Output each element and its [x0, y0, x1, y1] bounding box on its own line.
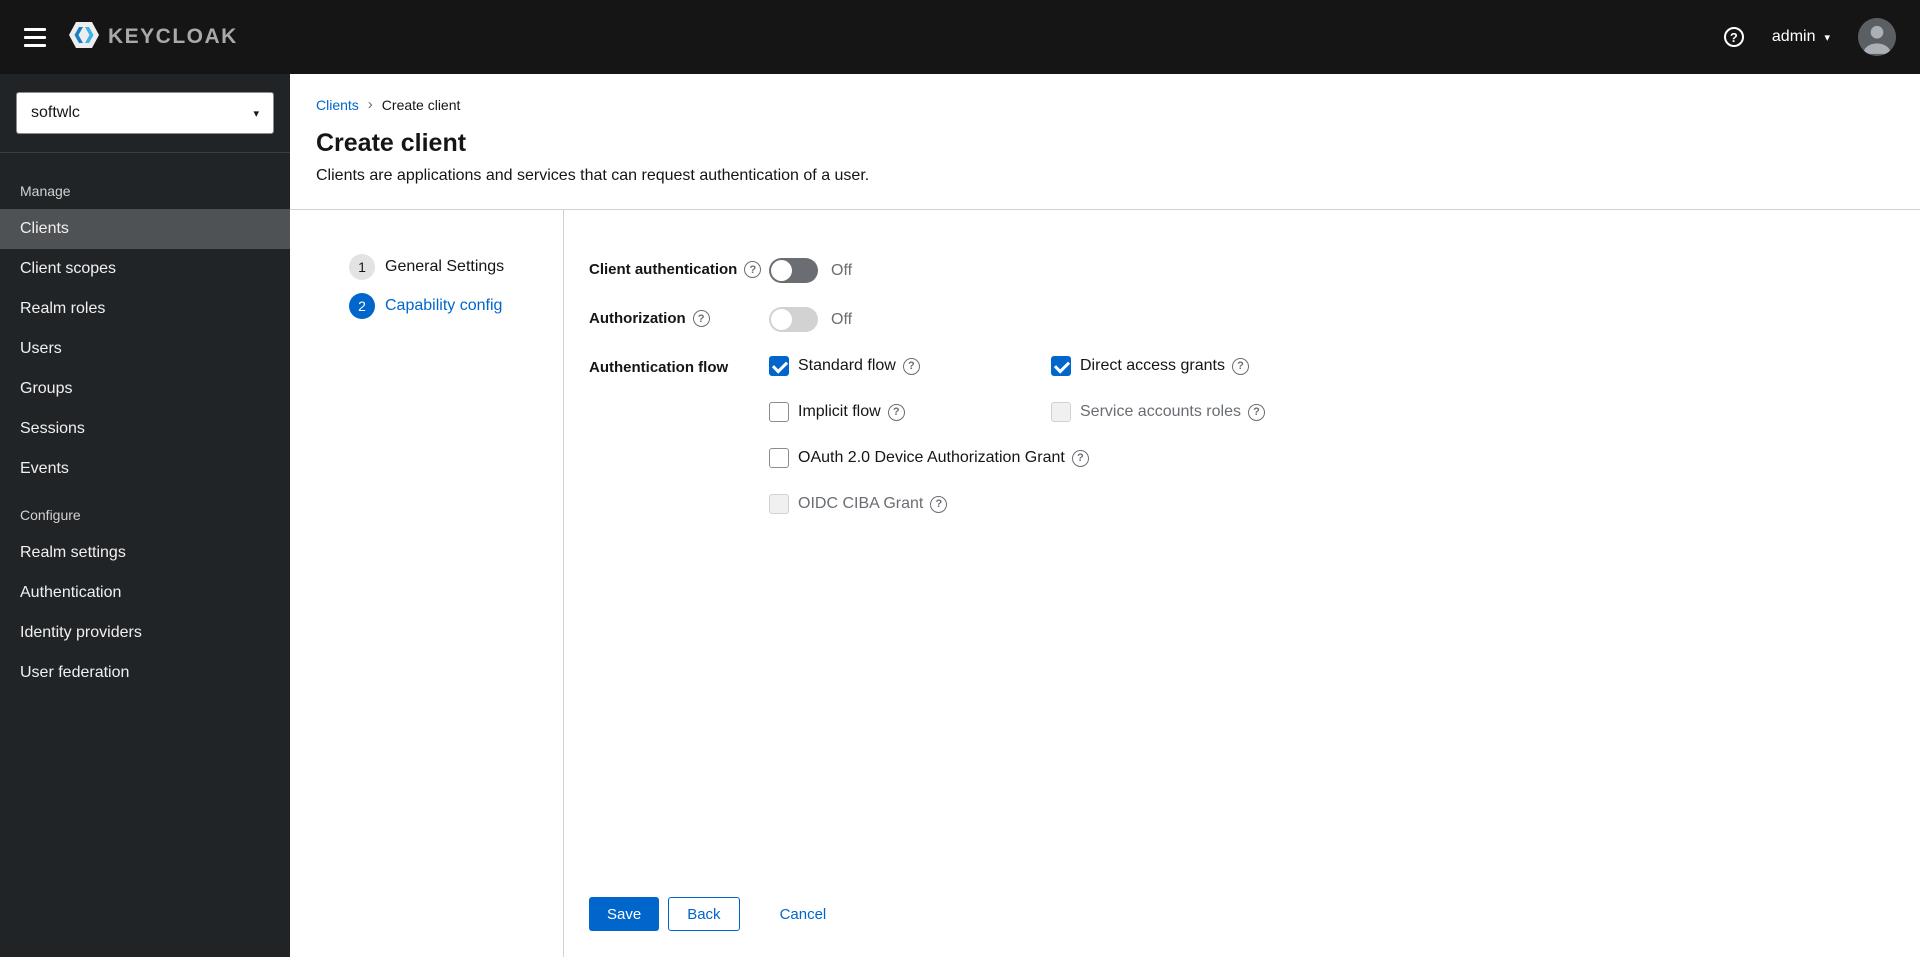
main-content: Clients › Create client Create client Cl…: [290, 74, 1920, 957]
service-accounts-roles-checkbox: [1051, 402, 1071, 422]
client-authentication-toggle[interactable]: [769, 258, 818, 283]
client-authentication-state: Off: [831, 261, 853, 279]
oidc-ciba-grant-checkbox: [769, 494, 789, 514]
sidebar-nav: Manage Clients Client scopes Realm roles Use…: [0, 153, 290, 693]
authentication-flow-options: Standard flow? Direct access grants? Impli…: [769, 356, 1265, 514]
breadcrumb: Clients › Create client: [316, 96, 1894, 113]
save-button[interactable]: Save: [589, 897, 660, 931]
option-label: Implicit flow: [798, 403, 881, 420]
cancel-button[interactable]: Cancel: [762, 897, 845, 931]
authorization-toggle: [769, 307, 818, 332]
breadcrumb-separator-icon: ›: [367, 96, 373, 113]
standard-flow-checkbox[interactable]: [769, 356, 789, 376]
keycloak-admin-console: KEYCLOAK ? admin ▾ softwlc ▾ Manage Clie…: [0, 0, 1920, 957]
breadcrumb-current: Create client: [381, 96, 461, 113]
help-icon[interactable]: ?: [1723, 27, 1744, 47]
step-number: 1: [349, 254, 375, 280]
help-icon[interactable]: ?: [1247, 403, 1265, 421]
sidebar-item-authentication[interactable]: Authentication: [0, 573, 290, 613]
chevron-down-icon: ▾: [1824, 31, 1830, 44]
sidebar-item-realm-settings[interactable]: Realm settings: [0, 533, 290, 573]
client-authentication-label: Client authentication ?: [589, 258, 769, 278]
keycloak-logo-icon: [68, 19, 100, 56]
step-label: General Settings: [385, 258, 505, 275]
breadcrumb-clients-link[interactable]: Clients: [316, 97, 359, 113]
authentication-flow-label: Authentication flow: [589, 356, 769, 376]
option-label: Service accounts roles: [1080, 403, 1241, 420]
nav-toggle-icon[interactable]: [24, 27, 46, 47]
authorization-label: Authorization ?: [589, 307, 769, 327]
user-dropdown[interactable]: admin ▾: [1772, 28, 1830, 46]
wizard-step-general-settings[interactable]: 1 General Settings: [349, 254, 563, 280]
nav-section-title-manage: Manage: [20, 183, 71, 199]
keycloak-logo[interactable]: KEYCLOAK: [68, 19, 238, 56]
help-icon[interactable]: ?: [902, 357, 920, 375]
sidebar-item-client-scopes[interactable]: Client scopes: [0, 249, 290, 289]
help-icon[interactable]: ?: [744, 261, 762, 278]
realm-selector[interactable]: softwlc ▾: [16, 92, 274, 134]
form-actions: Save Back Cancel: [589, 897, 1880, 931]
capability-config-form: Client authentication ? Off Authorizatio…: [563, 210, 1920, 957]
option-label: OIDC CIBA Grant: [798, 495, 924, 512]
authorization-control: Off: [769, 307, 852, 332]
masthead: KEYCLOAK ? admin ▾: [0, 0, 1920, 74]
flow-option-oauth-2-0-device-authorization-grant: OAuth 2.0 Device Authorization Grant?: [769, 448, 1265, 468]
label-text: Authorization: [589, 310, 686, 327]
nav-section-title-configure: Configure: [20, 507, 81, 523]
sidebar-item-user-federation[interactable]: User federation: [0, 653, 290, 693]
sidebar-item-clients[interactable]: Clients: [0, 209, 290, 249]
implicit-flow-checkbox[interactable]: [769, 402, 789, 422]
label-text: Authentication flow: [589, 359, 729, 376]
direct-access-grants-checkbox[interactable]: [1051, 356, 1071, 376]
option-label: Direct access grants: [1080, 357, 1225, 374]
wizard: 1 General Settings 2 Capability config Clie…: [290, 210, 1920, 957]
sidebar: softwlc ▾ Manage Clients Client scopes Real…: [0, 74, 290, 957]
page-title: Create client: [316, 129, 467, 157]
masthead-utilities: ? admin ▾: [1723, 18, 1896, 56]
brand-text: KEYCLOAK: [108, 25, 238, 48]
client-authentication-row: Client authentication ? Off: [589, 258, 1880, 283]
realm-name: softwlc: [31, 104, 80, 121]
authorization-state: Off: [831, 310, 853, 328]
sidebar-item-events[interactable]: Events: [0, 449, 290, 489]
help-icon[interactable]: ?: [930, 495, 948, 513]
back-button[interactable]: Back: [668, 897, 740, 931]
help-icon[interactable]: ?: [887, 403, 905, 421]
sidebar-item-identity-providers[interactable]: Identity providers: [0, 613, 290, 653]
help-icon[interactable]: ?: [1231, 357, 1249, 375]
wizard-steps-nav: 1 General Settings 2 Capability config: [290, 210, 563, 957]
flow-option-oidc-ciba-grant: OIDC CIBA Grant?: [769, 494, 1051, 514]
flow-option-implicit-flow: Implicit flow?: [769, 402, 1051, 422]
authentication-flow-row: Authentication flow Standard flow? Direct…: [589, 356, 1880, 514]
help-icon[interactable]: ?: [1071, 449, 1089, 467]
username: admin: [1771, 28, 1816, 45]
client-authentication-control: Off: [769, 258, 852, 283]
oauth-2-0-device-authorization-grant-checkbox[interactable]: [769, 448, 789, 468]
authorization-row: Authorization ? Off: [589, 307, 1880, 332]
toggle-knob: [771, 260, 792, 281]
toggle-knob: [771, 309, 792, 330]
page-header: Clients › Create client Create client Cl…: [290, 74, 1920, 210]
wizard-step-capability-config[interactable]: 2 Capability config: [349, 293, 563, 319]
sidebar-item-sessions[interactable]: Sessions: [0, 409, 290, 449]
flow-option-service-accounts-roles: Service accounts roles?: [1051, 402, 1265, 422]
sidebar-item-groups[interactable]: Groups: [0, 369, 290, 409]
step-label: Capability config: [385, 297, 503, 314]
chevron-down-icon: ▾: [253, 107, 259, 120]
label-text: Client authentication: [589, 261, 738, 278]
avatar[interactable]: [1858, 18, 1896, 56]
option-label: Standard flow: [798, 357, 896, 374]
realm-selector-area: softwlc ▾: [0, 74, 290, 153]
option-label: OAuth 2.0 Device Authorization Grant: [798, 449, 1065, 466]
help-icon[interactable]: ?: [692, 310, 710, 327]
sidebar-item-users[interactable]: Users: [0, 329, 290, 369]
sidebar-item-realm-roles[interactable]: Realm roles: [0, 289, 290, 329]
step-number: 2: [349, 293, 375, 319]
page-description: Clients are applications and services th…: [316, 167, 870, 184]
flow-option-direct-access-grants: Direct access grants?: [1051, 356, 1265, 376]
flow-option-standard-flow: Standard flow?: [769, 356, 1051, 376]
